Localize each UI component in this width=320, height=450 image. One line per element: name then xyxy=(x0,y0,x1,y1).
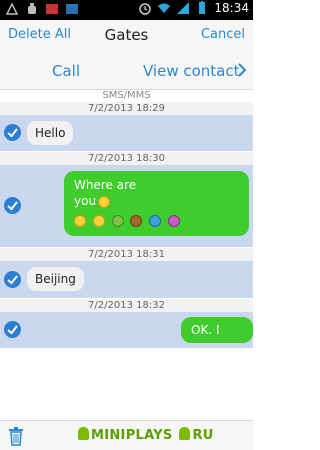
check-icon[interactable] xyxy=(4,271,21,288)
fish-emoji-icon xyxy=(149,214,162,227)
message-row[interactable]: Beijing xyxy=(0,261,253,298)
message-row[interactable]: Hello xyxy=(0,115,253,151)
robot-icon xyxy=(28,3,36,14)
notification-icon xyxy=(5,2,19,15)
trash-icon[interactable] xyxy=(8,426,24,446)
battery-icon xyxy=(199,1,206,14)
alarm-icon xyxy=(139,3,152,15)
app-icon xyxy=(46,4,58,14)
message-timestamp: 7/2/2013 18:32 xyxy=(0,299,253,312)
watermark-left: MINIPLAYS xyxy=(91,428,173,443)
message-row[interactable]: Where are you xyxy=(0,165,253,247)
sent-text-line: Where are xyxy=(74,178,137,192)
watermark: MINIPLAYS RU xyxy=(76,427,214,443)
view-contact-button[interactable]: View contact xyxy=(143,62,240,80)
chevron-right-icon[interactable] xyxy=(237,63,247,77)
sent-text-line-with-emoji: you xyxy=(74,193,239,209)
sent-text-word: you xyxy=(74,194,97,208)
status-left-icons xyxy=(5,2,79,16)
sent-bubble: Where are you xyxy=(64,171,249,236)
grin-emoji-icon xyxy=(74,214,86,227)
android-icon xyxy=(78,427,89,440)
message-timestamp: 7/2/2013 18:30 xyxy=(0,152,253,165)
flowers-emoji-icon xyxy=(168,214,181,227)
laugh-emoji-icon xyxy=(92,214,105,227)
message-row[interactable]: OK. I know xyxy=(0,312,253,363)
android-icon xyxy=(179,427,191,440)
bottom-bar: MINIPLAYS RU xyxy=(0,420,253,450)
animal-emoji-icon xyxy=(130,214,143,227)
received-bubble: Beijing xyxy=(27,267,84,291)
signal-icon xyxy=(177,2,190,14)
check-icon[interactable] xyxy=(4,321,21,338)
emoji-row xyxy=(74,212,239,228)
status-right: 18:34 xyxy=(138,1,249,15)
received-bubble: Hello xyxy=(27,121,74,145)
plant-emoji-icon xyxy=(111,214,124,227)
message-timestamp: 7/2/2013 18:31 xyxy=(0,248,253,261)
sent-bubble: OK. I know xyxy=(181,317,253,363)
smile-emoji-icon xyxy=(98,195,111,208)
wifi-icon xyxy=(158,3,171,13)
status-clock: 18:34 xyxy=(214,1,249,15)
status-bar: 18:34 xyxy=(0,0,253,20)
header: Delete All Gates Cancel xyxy=(0,20,253,50)
call-button[interactable]: Call xyxy=(52,62,80,80)
message-type-label: SMS/MMS xyxy=(0,90,253,102)
check-icon[interactable] xyxy=(4,197,21,214)
message-timestamp: 7/2/2013 18:29 xyxy=(0,102,253,115)
screen-icon xyxy=(66,4,78,14)
cancel-button[interactable]: Cancel xyxy=(201,27,245,42)
message-list: SMS/MMS 7/2/2013 18:29 Hello 7/2/2013 18… xyxy=(0,90,253,420)
watermark-right: RU xyxy=(192,428,214,443)
check-icon[interactable] xyxy=(4,124,21,141)
contact-actions: Call View contact xyxy=(0,50,253,90)
